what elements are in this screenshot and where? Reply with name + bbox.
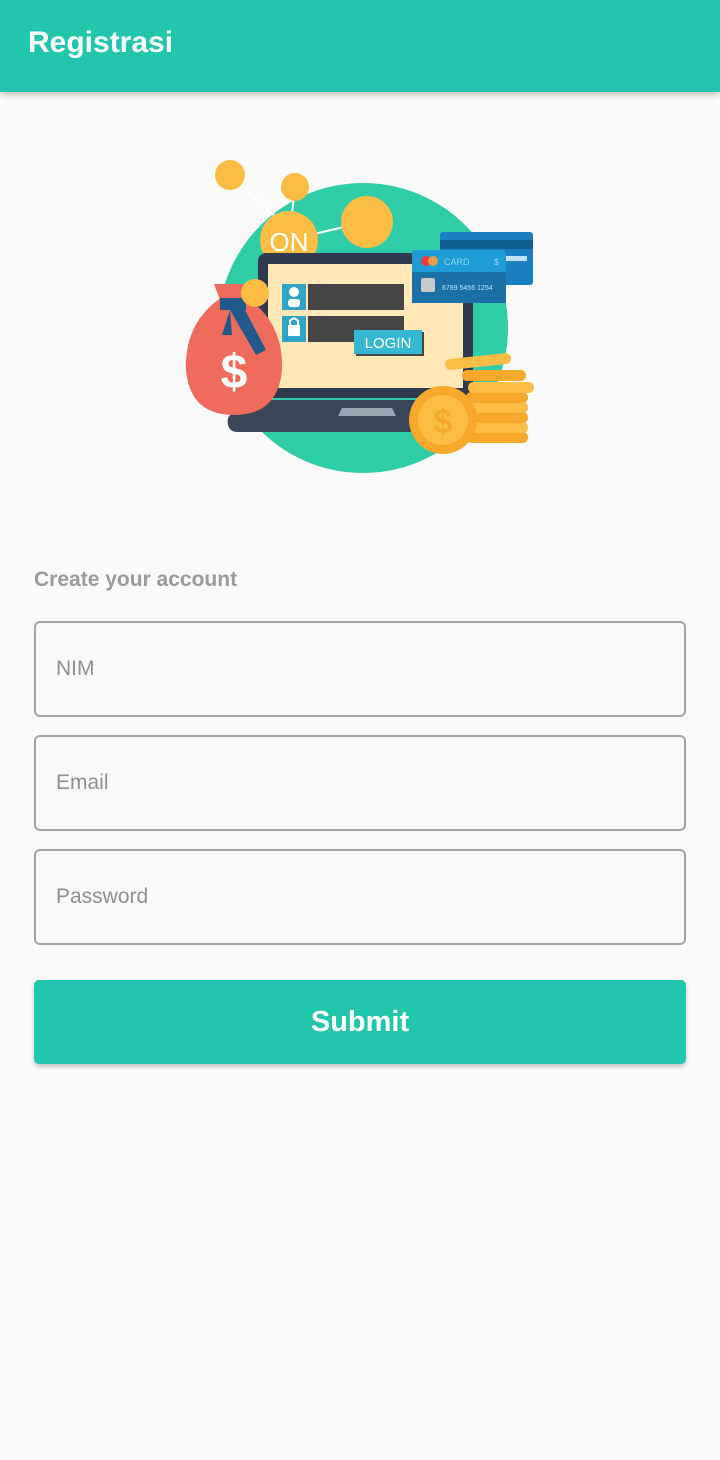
nim-input[interactable] <box>36 623 684 715</box>
email-input[interactable] <box>36 737 684 829</box>
card-label: CARD <box>444 257 470 267</box>
on-badge-label: ON <box>270 227 309 257</box>
email-field[interactable] <box>34 735 686 831</box>
username-field-illustration <box>308 284 404 310</box>
orange-dot-icon <box>341 196 393 248</box>
card-currency: $ <box>494 257 499 267</box>
login-label: LOGIN <box>365 335 412 352</box>
password-input[interactable] <box>36 851 684 943</box>
card-number: 6789 5456 1254 <box>442 285 493 292</box>
orange-dot-icon <box>281 173 309 201</box>
money-bag-symbol: $ <box>221 346 248 399</box>
submit-button[interactable]: Submit <box>34 980 686 1064</box>
app-bar: Registrasi <box>0 0 720 92</box>
password-field[interactable] <box>34 849 686 945</box>
nim-field[interactable] <box>34 621 686 717</box>
login-illustration: ON LOGIN $ CARD $ 6789 5456 1254 $ <box>170 150 550 480</box>
page-title: Registrasi <box>28 26 174 59</box>
card-chip-icon <box>421 278 435 292</box>
form-caption: Create your account <box>34 568 238 591</box>
coin-symbol: $ <box>434 403 453 441</box>
illustration-svg: ON LOGIN $ CARD $ 6789 5456 1254 $ <box>185 160 534 473</box>
orange-dot-icon <box>215 160 245 190</box>
